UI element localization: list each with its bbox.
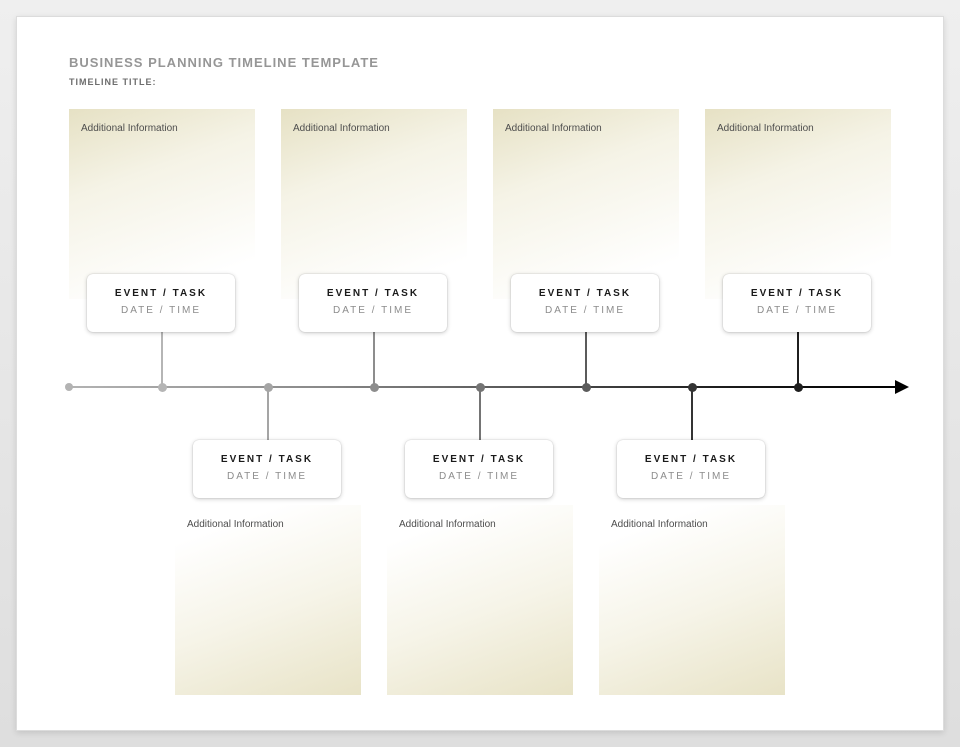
additional-info-box: Additional Information: [175, 505, 361, 695]
connector-dot-icon: [794, 383, 803, 392]
date-time-label: DATE / TIME: [617, 471, 765, 482]
event-task-label: EVENT / TASK: [193, 454, 341, 465]
additional-info-box: Additional Information: [599, 505, 785, 695]
document-page: BUSINESS PLANNING TIMELINE TEMPLATE TIME…: [16, 16, 944, 731]
event-card: EVENT / TASK DATE / TIME: [299, 274, 447, 332]
event-task-label: EVENT / TASK: [87, 288, 235, 299]
page-title: BUSINESS PLANNING TIMELINE TEMPLATE: [69, 55, 379, 70]
date-time-label: DATE / TIME: [87, 305, 235, 316]
event-card: EVENT / TASK DATE / TIME: [87, 274, 235, 332]
connector-line: [797, 332, 799, 387]
event-task-label: EVENT / TASK: [617, 454, 765, 465]
event-task-label: EVENT / TASK: [511, 288, 659, 299]
date-time-label: DATE / TIME: [299, 305, 447, 316]
connector-dot-icon: [582, 383, 591, 392]
connector-line: [585, 332, 587, 387]
date-time-label: DATE / TIME: [405, 471, 553, 482]
connector-dot-icon: [476, 383, 485, 392]
date-time-label: DATE / TIME: [723, 305, 871, 316]
additional-info-box: Additional Information: [705, 109, 891, 299]
additional-info-box: Additional Information: [281, 109, 467, 299]
connector-dot-icon: [370, 383, 379, 392]
event-task-label: EVENT / TASK: [723, 288, 871, 299]
additional-info-box: Additional Information: [493, 109, 679, 299]
connector-line: [161, 332, 163, 387]
timeline-title-label: TIMELINE TITLE:: [69, 77, 157, 87]
event-card: EVENT / TASK DATE / TIME: [193, 440, 341, 498]
additional-info-label: Additional Information: [293, 123, 390, 134]
timeline-start-dot: [65, 383, 73, 391]
additional-info-box: Additional Information: [69, 109, 255, 299]
additional-info-label: Additional Information: [717, 123, 814, 134]
date-time-label: DATE / TIME: [511, 305, 659, 316]
connector-dot-icon: [264, 383, 273, 392]
event-task-label: EVENT / TASK: [405, 454, 553, 465]
event-card: EVENT / TASK DATE / TIME: [617, 440, 765, 498]
additional-info-box: Additional Information: [387, 505, 573, 695]
additional-info-label: Additional Information: [505, 123, 602, 134]
connector-line: [267, 387, 269, 440]
date-time-label: DATE / TIME: [193, 471, 341, 482]
timeline-arrow-icon: [895, 380, 909, 394]
event-card: EVENT / TASK DATE / TIME: [511, 274, 659, 332]
connector-dot-icon: [158, 383, 167, 392]
additional-info-label: Additional Information: [611, 519, 708, 530]
event-task-label: EVENT / TASK: [299, 288, 447, 299]
connector-line: [373, 332, 375, 387]
connector-line: [479, 387, 481, 440]
additional-info-label: Additional Information: [399, 519, 496, 530]
connector-line: [691, 387, 693, 440]
event-card: EVENT / TASK DATE / TIME: [723, 274, 871, 332]
additional-info-label: Additional Information: [187, 519, 284, 530]
additional-info-label: Additional Information: [81, 123, 178, 134]
event-card: EVENT / TASK DATE / TIME: [405, 440, 553, 498]
connector-dot-icon: [688, 383, 697, 392]
